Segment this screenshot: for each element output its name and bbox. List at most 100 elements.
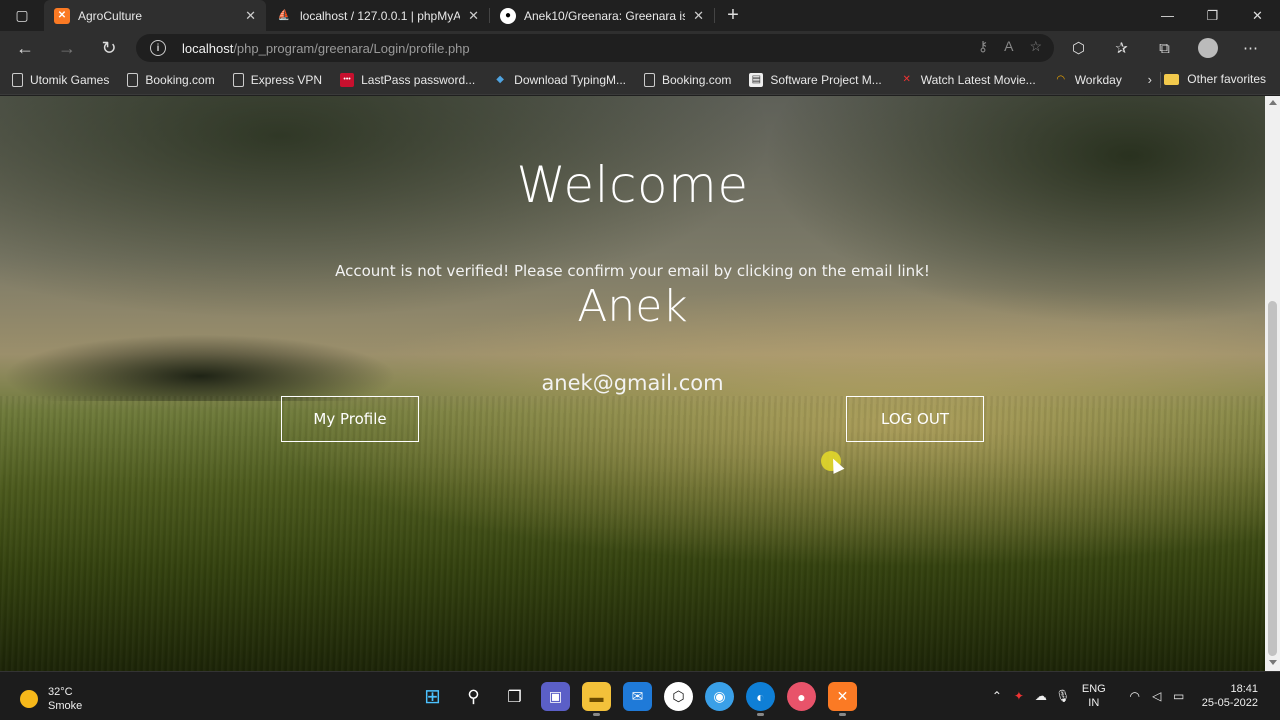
task-view-icon[interactable]: ❐ bbox=[500, 682, 529, 711]
screen-recorder-icon[interactable]: ● bbox=[787, 682, 816, 711]
add-favorite-icon[interactable]: ☆ bbox=[1029, 38, 1042, 55]
other-favorites[interactable]: Other favorites bbox=[1164, 72, 1266, 86]
key-icon[interactable]: ⚷ bbox=[978, 38, 988, 55]
new-tab-icon[interactable]: + bbox=[715, 0, 751, 31]
favorite-item[interactable]: ◠ Workday bbox=[1054, 73, 1122, 87]
favorite-item[interactable]: Utomik Games bbox=[12, 72, 109, 87]
logout-button[interactable]: LOG OUT bbox=[846, 396, 984, 442]
page-icon bbox=[12, 72, 23, 87]
temperature: 32°C bbox=[48, 686, 73, 698]
favorite-label: Workday bbox=[1074, 72, 1122, 87]
close-window-icon[interactable]: ✕ bbox=[1235, 0, 1280, 31]
chrome-icon[interactable]: ◉ bbox=[705, 682, 734, 711]
scroll-thumb[interactable] bbox=[1268, 301, 1277, 656]
language-indicator[interactable]: ENG IN bbox=[1082, 682, 1106, 710]
tab-github[interactable]: ● Anek10/Greenara: Greenara is th ✕ bbox=[490, 0, 714, 31]
windows-start-icon[interactable]: ⊞ bbox=[418, 682, 447, 711]
favorite-item[interactable]: ◆ Download TypingM... bbox=[493, 73, 626, 87]
extensions-icon[interactable]: ⬡ bbox=[1057, 39, 1100, 57]
restore-icon[interactable]: ❐ bbox=[1190, 0, 1235, 31]
workday-icon: ◠ bbox=[1056, 74, 1066, 85]
file-explorer-icon[interactable]: ▬ bbox=[582, 682, 611, 716]
unity-icon[interactable]: ⬡ bbox=[664, 682, 693, 711]
onedrive-cloud-icon[interactable]: ☁ bbox=[1030, 689, 1052, 703]
tab-title: localhost / 127.0.0.1 | phpMyAdmin bbox=[300, 8, 461, 23]
verification-notice: Account is not verified! Please confirm … bbox=[335, 262, 930, 280]
favorite-label: LastPass password... bbox=[361, 72, 476, 87]
favorite-item[interactable]: ••• LastPass password... bbox=[340, 72, 476, 87]
phpmyadmin-icon: ⛵ bbox=[277, 10, 291, 21]
my-profile-button[interactable]: My Profile bbox=[281, 396, 419, 442]
tab-actions-icon[interactable]: ▢ bbox=[0, 0, 44, 31]
window-controls: — ❐ ✕ bbox=[1145, 0, 1280, 31]
tab-phpmyadmin[interactable]: ⛵ localhost / 127.0.0.1 | phpMyAdmin ✕ bbox=[266, 0, 489, 31]
favorite-label: Booking.com bbox=[145, 72, 215, 87]
favorite-item[interactable]: ▤ Software Project M... bbox=[749, 72, 882, 87]
chevron-up-icon[interactable]: ⌃ bbox=[986, 689, 1008, 703]
forward-arrow-icon[interactable]: → bbox=[46, 38, 88, 59]
more-menu-icon[interactable]: ⋯ bbox=[1229, 39, 1272, 57]
favorites-icon[interactable]: ✰ bbox=[1100, 39, 1143, 57]
close-tab-icon[interactable]: ✕ bbox=[245, 8, 256, 24]
weather-condition: Smoke bbox=[48, 700, 83, 712]
user-name: Anek bbox=[577, 281, 688, 332]
site-info-icon[interactable]: i bbox=[150, 40, 166, 56]
page-icon bbox=[232, 72, 244, 87]
tab-title: AgroCulture bbox=[78, 8, 143, 23]
profile-icon[interactable] bbox=[1186, 38, 1229, 58]
language-region: IN bbox=[1088, 697, 1100, 709]
collections-icon[interactable]: ⧉ bbox=[1143, 40, 1186, 57]
close-tab-icon[interactable]: ✕ bbox=[468, 8, 479, 24]
github-icon: ● bbox=[500, 7, 516, 24]
scroll-up-arrow-icon[interactable] bbox=[1269, 100, 1277, 105]
chat-icon[interactable]: ▣ bbox=[541, 682, 570, 711]
battery-icon[interactable]: ▭ bbox=[1168, 689, 1190, 703]
page-scrollbar[interactable] bbox=[1265, 96, 1280, 671]
favorite-item[interactable]: Booking.com bbox=[644, 72, 732, 87]
edge-icon[interactable]: ◐ bbox=[746, 682, 775, 716]
app-tray-icon[interactable]: ✦ bbox=[1008, 689, 1030, 703]
weather-widget[interactable]: 32°C Smoke bbox=[20, 685, 82, 713]
system-tray: ⌃ ✦ ☁ 🎙︎ ENG IN ◠ ◁ ▭ 18:41 25-05-2022 bbox=[986, 682, 1258, 710]
tab-agroculture[interactable]: ✕ AgroCulture ✕ bbox=[44, 0, 266, 31]
refresh-icon[interactable]: ↻ bbox=[88, 38, 130, 59]
clock-time: 18:41 bbox=[1230, 683, 1258, 695]
user-email: anek@gmail.com bbox=[541, 371, 724, 395]
page-title: Welcome bbox=[516, 156, 749, 214]
search-icon[interactable]: ⚲ bbox=[459, 682, 488, 711]
favorite-item[interactable]: ✕ Watch Latest Movie... bbox=[900, 73, 1036, 87]
chevron-right-icon[interactable]: › bbox=[1148, 72, 1152, 87]
favorite-label: Software Project M... bbox=[770, 72, 882, 87]
favorite-label: Express VPN bbox=[250, 72, 323, 87]
taskbar-apps: ⊞ ⚲ ❐ ▣ ▬ ✉ ⬡ ◉ ◐ ● ✕ bbox=[418, 682, 857, 716]
xampp-icon[interactable]: ✕ bbox=[828, 682, 857, 716]
volume-icon[interactable]: ◁ bbox=[1146, 689, 1168, 703]
url-path: /php_program/greenara/Login/profile.php bbox=[233, 40, 470, 56]
tab-title: Anek10/Greenara: Greenara is th bbox=[524, 8, 686, 23]
clock-date: 25-05-2022 bbox=[1201, 697, 1258, 709]
read-aloud-icon[interactable]: A bbox=[1004, 38, 1013, 55]
doc-icon: ▤ bbox=[749, 72, 764, 87]
taskbar: 32°C Smoke ⊞ ⚲ ❐ ▣ ▬ ✉ ⬡ ◉ ◐ ● ✕ ⌃ ✦ ☁ 🎙… bbox=[0, 671, 1280, 720]
scroll-down-arrow-icon[interactable] bbox=[1269, 660, 1277, 665]
favorite-item[interactable]: Express VPN bbox=[232, 72, 323, 87]
mail-icon[interactable]: ✉ bbox=[623, 682, 652, 711]
background-field bbox=[0, 396, 1265, 671]
movie-icon: ✕ bbox=[902, 74, 911, 85]
favorite-label: Booking.com bbox=[662, 72, 732, 87]
url-host: localhost bbox=[182, 40, 234, 56]
back-arrow-icon[interactable]: ← bbox=[4, 38, 46, 59]
page-viewport: Welcome Account is not verified! Please … bbox=[0, 96, 1265, 671]
url-text: localhost/php_program/greenara/Login/pro… bbox=[182, 41, 470, 56]
minimize-icon[interactable]: — bbox=[1145, 0, 1190, 31]
favorite-label: Watch Latest Movie... bbox=[920, 72, 1036, 87]
microphone-icon[interactable]: 🎙︎ bbox=[1052, 689, 1074, 703]
address-bar[interactable]: i localhost/php_program/greenara/Login/p… bbox=[136, 34, 1054, 62]
typing-icon: ◆ bbox=[496, 74, 504, 85]
favorites-bar: Utomik Games Booking.com Express VPN •••… bbox=[0, 65, 1280, 95]
sun-icon bbox=[20, 690, 38, 708]
favorite-item[interactable]: Booking.com bbox=[127, 72, 215, 87]
wifi-icon[interactable]: ◠ bbox=[1124, 689, 1146, 703]
clock[interactable]: 18:41 25-05-2022 bbox=[1202, 682, 1258, 710]
close-tab-icon[interactable]: ✕ bbox=[693, 8, 704, 24]
